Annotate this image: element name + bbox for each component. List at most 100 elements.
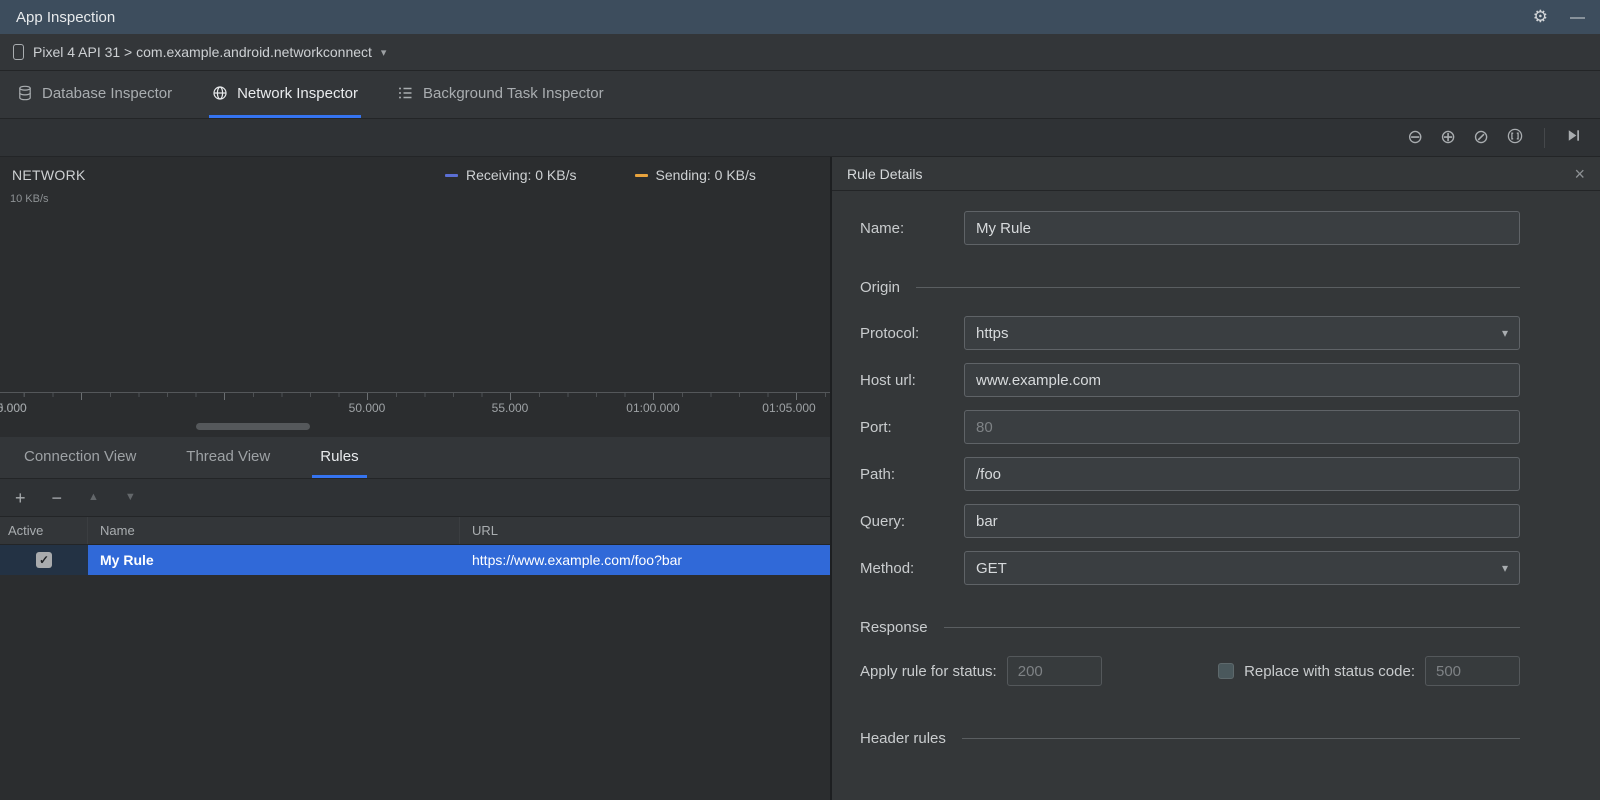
time-tick: 55.000	[491, 401, 529, 415]
protocol-dropdown[interactable]: https ▾	[964, 316, 1520, 350]
device-bar: Pixel 4 API 31 > com.example.android.net…	[0, 34, 1600, 71]
path-input[interactable]	[964, 457, 1520, 491]
query-label: Query:	[860, 512, 906, 530]
tab-label: Database Inspector	[42, 84, 173, 102]
table-row[interactable]: ✓ My Rule https://www.example.com/foo?ba…	[0, 545, 830, 575]
tab-network-inspector[interactable]: Network Inspector	[209, 71, 361, 118]
toolbar-divider	[1544, 127, 1545, 148]
time-tick: 01:15.000	[0, 401, 27, 415]
rules-table: Active Name URL ✓ My Rule https://www.ex…	[0, 517, 830, 575]
tab-label: Thread View	[186, 447, 271, 465]
legend-sending: Sending: 0 KB/s	[634, 167, 756, 183]
database-icon	[17, 85, 33, 101]
panel-title: Rule Details	[847, 165, 923, 182]
section-line	[961, 738, 1520, 739]
protocol-label: Protocol:	[860, 324, 920, 342]
legend-label: Sending: 0 KB/s	[655, 167, 756, 183]
column-header-active[interactable]: Active	[0, 517, 88, 544]
legend-receiving: Receiving: 0 KB/s	[445, 167, 577, 183]
host-url-input[interactable]	[964, 363, 1520, 397]
move-up-icon[interactable]: ▲	[88, 492, 99, 503]
port-row: Port:	[860, 410, 1520, 444]
view-tabs-bar: Connection View Thread View Rules	[0, 437, 830, 479]
method-row: Method: GET ▾	[860, 551, 1520, 585]
section-line	[943, 627, 1520, 628]
go-live-icon[interactable]	[1565, 127, 1582, 148]
table-header-row: Active Name URL	[0, 517, 830, 545]
active-checkbox[interactable]: ✓	[36, 552, 52, 568]
remove-rule-icon[interactable]: −	[52, 489, 63, 507]
port-input[interactable]	[964, 410, 1520, 444]
chart-legend: Receiving: 0 KB/s Sending: 0 KB/s	[445, 167, 756, 183]
reset-zoom-icon[interactable]: ⊘	[1473, 128, 1489, 147]
add-rule-icon[interactable]: +	[15, 489, 26, 507]
settings-gear-icon[interactable]: ⚙	[1533, 7, 1548, 27]
dropdown-arrow-icon: ▾	[1501, 326, 1508, 340]
replace-status-input[interactable]	[1425, 656, 1520, 686]
rules-toolbar: + − ▲ ▼	[0, 479, 830, 517]
timeline-toolbar: ⊖ ⊕ ⊘	[0, 119, 1600, 157]
tab-thread-view[interactable]: Thread View	[178, 437, 278, 478]
header-rules-section-label: Header rules	[860, 730, 946, 747]
device-process-selector[interactable]: Pixel 4 API 31 > com.example.android.net…	[33, 44, 372, 60]
table-empty-area	[0, 575, 830, 800]
tab-background-task-inspector[interactable]: Background Task Inspector	[395, 71, 607, 118]
column-header-url[interactable]: URL	[460, 517, 830, 544]
rule-details-panel: Rule Details × Name: Origin Protocol: ht…	[832, 157, 1600, 800]
header-rules-section-divider: Header rules	[860, 730, 1520, 747]
name-row: Name:	[860, 211, 1520, 245]
sending-swatch	[634, 173, 648, 177]
timeline-scrollbar-thumb[interactable]	[196, 423, 310, 430]
apply-status-input[interactable]	[1006, 656, 1102, 686]
tab-label: Connection View	[24, 447, 137, 465]
replace-status-checkbox[interactable]	[1218, 663, 1235, 679]
chart-title: NETWORK	[12, 167, 86, 183]
query-row: Query:	[860, 504, 1520, 538]
protocol-row: Protocol: https ▾	[860, 316, 1520, 350]
titlebar: App Inspection ⚙ —	[0, 0, 1600, 34]
close-icon[interactable]: ×	[1574, 165, 1585, 183]
tab-connection-view[interactable]: Connection View	[16, 437, 144, 478]
legend-label: Receiving: 0 KB/s	[466, 167, 577, 183]
zoom-out-icon[interactable]: ⊖	[1407, 128, 1423, 147]
port-label: Port:	[860, 418, 892, 436]
replace-status-label: Replace with status code:	[1244, 662, 1415, 680]
network-panel: NETWORK 10 KB/s Receiving: 0 KB/s Sendin…	[0, 157, 832, 800]
method-dropdown[interactable]: GET ▾	[964, 551, 1520, 585]
name-input[interactable]	[964, 211, 1520, 245]
dropdown-arrow-icon: ▾	[1501, 561, 1508, 575]
time-tick: 50.000	[348, 401, 386, 415]
host-label: Host url:	[860, 371, 916, 389]
response-section-label: Response	[860, 619, 928, 636]
method-label: Method:	[860, 559, 915, 577]
time-tick: 01:00.000	[626, 401, 680, 415]
rule-details-form: Name: Origin Protocol: https ▾ Host url:	[832, 191, 1600, 800]
zoom-in-icon[interactable]: ⊕	[1440, 128, 1456, 147]
window-title: App Inspection	[16, 8, 116, 26]
column-header-name[interactable]: Name	[88, 517, 460, 544]
minimize-icon[interactable]: —	[1570, 9, 1585, 26]
device-phone-icon	[13, 44, 24, 60]
y-axis-label: 10 KB/s	[10, 193, 49, 205]
path-row: Path:	[860, 457, 1520, 491]
zoom-to-selection-icon[interactable]	[1506, 127, 1524, 149]
task-list-icon	[398, 85, 414, 101]
tab-database-inspector[interactable]: Database Inspector	[14, 71, 175, 118]
tab-label: Background Task Inspector	[422, 84, 604, 102]
rule-name-cell[interactable]: My Rule	[88, 545, 460, 575]
rule-url-cell[interactable]: https://www.example.com/foo?bar	[460, 545, 830, 575]
name-label: Name:	[860, 219, 905, 237]
move-down-icon[interactable]: ▼	[125, 492, 136, 503]
apply-status-label: Apply rule for status:	[860, 662, 997, 680]
tab-label: Rules	[320, 447, 359, 465]
active-cell: ✓	[0, 545, 88, 575]
time-tick: 01:05.000	[762, 401, 816, 415]
globe-icon	[212, 85, 228, 101]
method-value: GET	[976, 559, 1007, 577]
response-section-divider: Response	[860, 619, 1520, 636]
time-axis-major-ticks	[0, 393, 830, 400]
tab-rules[interactable]: Rules	[312, 437, 367, 478]
path-label: Path:	[860, 465, 896, 483]
inspector-tabs-bar: Database Inspector Network Inspector Bac…	[0, 71, 1600, 119]
query-input[interactable]	[964, 504, 1520, 538]
